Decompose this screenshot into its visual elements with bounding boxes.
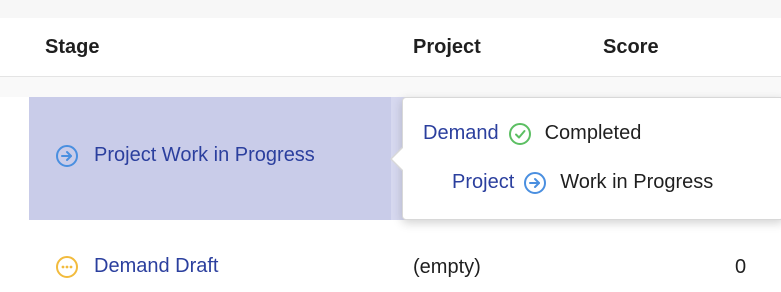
stage-label: Project Work in Progress xyxy=(94,144,315,166)
project-value: (empty) xyxy=(413,256,481,278)
table-row[interactable]: Demand Draft (empty) 0 xyxy=(0,230,781,292)
table-header: Stage Project Score xyxy=(0,18,781,77)
check-circle-icon xyxy=(508,122,531,145)
column-header-stage[interactable]: Stage xyxy=(45,36,99,59)
stage-status-popover: Demand Completed Project Work in Progres… xyxy=(390,97,781,220)
popover-status-label: Work in Progress xyxy=(560,171,714,193)
arrow-right-circle-icon xyxy=(56,144,78,167)
top-strip xyxy=(0,0,781,18)
ellipsis-circle-icon xyxy=(56,255,78,278)
popover-arrow-inner xyxy=(392,147,404,171)
popover-line-project: Project Work in Progress xyxy=(452,171,713,194)
stage-label: Demand Draft xyxy=(94,255,219,277)
popover-line-demand: Demand Completed xyxy=(423,122,641,145)
score-value: 0 xyxy=(735,256,747,278)
column-header-score[interactable]: Score xyxy=(603,36,659,59)
stage-table-view: Stage Project Score Project Work in Prog… xyxy=(0,0,781,292)
arrow-right-circle-icon xyxy=(524,171,547,194)
popover-kind-label: Project xyxy=(452,171,515,193)
popover-status-label: Completed xyxy=(544,122,642,144)
column-header-project[interactable]: Project xyxy=(413,36,481,59)
stage-link-project-work-in-progress[interactable]: Project Work in Progress xyxy=(56,144,315,167)
popover-kind-label: Demand xyxy=(423,122,499,144)
stage-link-demand-draft[interactable]: Demand Draft xyxy=(56,255,219,278)
row-separator xyxy=(0,77,781,97)
